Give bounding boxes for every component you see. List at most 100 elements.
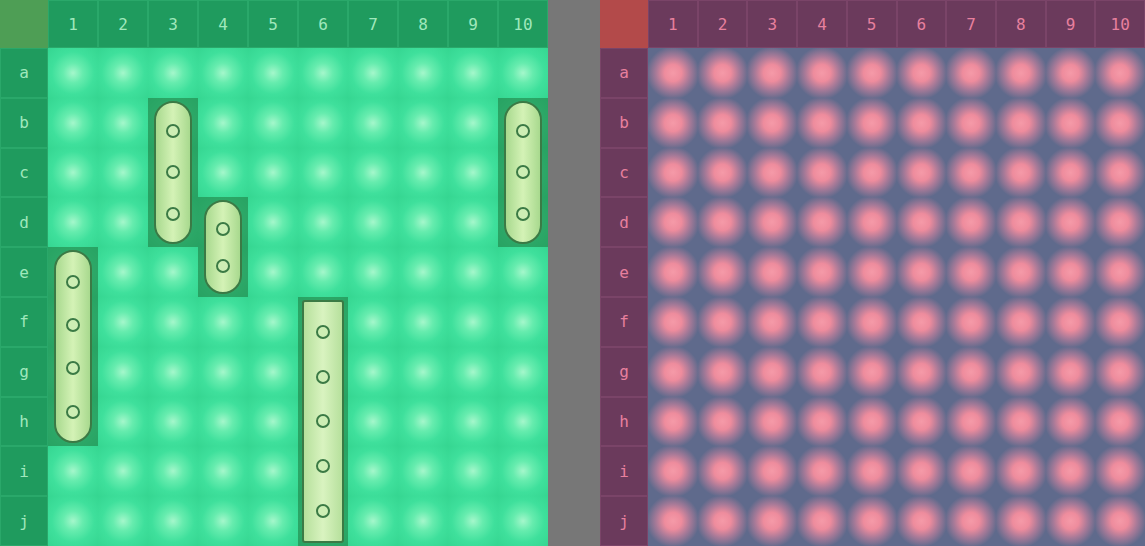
grid-cell[interactable] <box>648 197 698 247</box>
grid-cell[interactable] <box>797 297 847 347</box>
grid-cell[interactable] <box>946 397 996 447</box>
ship[interactable] <box>298 297 348 546</box>
grid-cell[interactable] <box>698 148 748 198</box>
grid-cell[interactable] <box>747 496 797 546</box>
grid-cell[interactable] <box>1046 197 1096 247</box>
grid-cell[interactable] <box>847 148 897 198</box>
grid-cell[interactable] <box>996 397 1046 447</box>
grid-cell[interactable] <box>698 98 748 148</box>
grid-cell[interactable] <box>1095 247 1145 297</box>
ship[interactable] <box>498 98 548 247</box>
grid-cell[interactable] <box>698 496 748 546</box>
grid-cell[interactable] <box>946 48 996 98</box>
grid-cell[interactable] <box>747 48 797 98</box>
grid-cell[interactable] <box>1095 297 1145 347</box>
ship[interactable] <box>198 197 248 297</box>
grid-cell[interactable] <box>698 297 748 347</box>
grid-cell[interactable] <box>847 397 897 447</box>
grid-cell[interactable] <box>847 496 897 546</box>
grid-cell[interactable] <box>698 48 748 98</box>
grid-cell[interactable] <box>1046 48 1096 98</box>
grid-cell[interactable] <box>797 446 847 496</box>
grid-cell[interactable] <box>946 496 996 546</box>
grid-cell[interactable] <box>897 446 947 496</box>
grid-cell[interactable] <box>1046 347 1096 397</box>
grid-cell[interactable] <box>648 98 698 148</box>
grid-cell[interactable] <box>797 347 847 397</box>
grid-cell[interactable] <box>747 397 797 447</box>
grid-cell[interactable] <box>1095 197 1145 247</box>
grid-cell[interactable] <box>648 297 698 347</box>
grid-cell[interactable] <box>996 247 1046 297</box>
grid-cell[interactable] <box>897 496 947 546</box>
grid-cell[interactable] <box>847 247 897 297</box>
grid-cell[interactable] <box>847 347 897 397</box>
grid-cell[interactable] <box>946 297 996 347</box>
game-board[interactable]: 12345678910abcdefghij <box>600 0 1145 546</box>
grid-cell[interactable] <box>648 397 698 447</box>
grid-cell[interactable] <box>897 347 947 397</box>
grid-cell[interactable] <box>698 247 748 297</box>
grid-cell[interactable] <box>797 197 847 247</box>
grid-cell[interactable] <box>747 197 797 247</box>
grid-cell[interactable] <box>946 148 996 198</box>
grid-cell[interactable] <box>1095 446 1145 496</box>
grid-cell[interactable] <box>847 446 897 496</box>
grid-cell[interactable] <box>897 297 947 347</box>
grid-cell[interactable] <box>946 247 996 297</box>
grid-cell[interactable] <box>1046 397 1096 447</box>
grid-cell[interactable] <box>797 148 847 198</box>
grid-cell[interactable] <box>996 98 1046 148</box>
grid-cell[interactable] <box>698 446 748 496</box>
grid-cell[interactable] <box>747 347 797 397</box>
grid-cell[interactable] <box>698 347 748 397</box>
grid-cell[interactable] <box>946 446 996 496</box>
grid-cell[interactable] <box>996 347 1046 397</box>
grid-cell[interactable] <box>897 247 947 297</box>
grid-cell[interactable] <box>797 247 847 297</box>
grid-cell[interactable] <box>648 247 698 297</box>
grid-cell[interactable] <box>747 297 797 347</box>
grid-cell[interactable] <box>897 148 947 198</box>
grid-cell[interactable] <box>996 197 1046 247</box>
grid-cell[interactable] <box>996 48 1046 98</box>
grid-cell[interactable] <box>1095 48 1145 98</box>
grid-cell[interactable] <box>747 446 797 496</box>
ship[interactable] <box>48 247 98 446</box>
grid-cell[interactable] <box>747 148 797 198</box>
grid-cell[interactable] <box>996 496 1046 546</box>
grid-cell[interactable] <box>1046 496 1096 546</box>
grid-cell[interactable] <box>897 197 947 247</box>
grid-cell[interactable] <box>1095 148 1145 198</box>
grid-cell[interactable] <box>946 347 996 397</box>
grid-cell[interactable] <box>996 446 1046 496</box>
grid-cell[interactable] <box>946 98 996 148</box>
grid-cell[interactable] <box>897 48 947 98</box>
grid-cell[interactable] <box>797 496 847 546</box>
grid-cell[interactable] <box>847 98 897 148</box>
grid-cell[interactable] <box>1046 446 1096 496</box>
grid-cell[interactable] <box>1095 397 1145 447</box>
grid-cell[interactable] <box>1046 247 1096 297</box>
grid-cell[interactable] <box>698 397 748 447</box>
ship[interactable] <box>148 98 198 247</box>
grid-cell[interactable] <box>847 297 897 347</box>
grid-cell[interactable] <box>797 48 847 98</box>
grid-cell[interactable] <box>897 397 947 447</box>
grid-cell[interactable] <box>1095 347 1145 397</box>
grid-cell[interactable] <box>946 197 996 247</box>
grid-cell[interactable] <box>648 148 698 198</box>
grid-cell[interactable] <box>1046 297 1096 347</box>
grid-cell[interactable] <box>847 48 897 98</box>
grid-cell[interactable] <box>648 347 698 397</box>
grid-cell[interactable] <box>698 197 748 247</box>
grid-cell[interactable] <box>1095 496 1145 546</box>
grid-cell[interactable] <box>847 197 897 247</box>
grid-cell[interactable] <box>648 48 698 98</box>
grid-cell[interactable] <box>1095 98 1145 148</box>
grid-cell[interactable] <box>648 496 698 546</box>
grid-cell[interactable] <box>747 98 797 148</box>
grid-cell[interactable] <box>648 446 698 496</box>
grid-cell[interactable] <box>897 98 947 148</box>
grid-cell[interactable] <box>996 148 1046 198</box>
